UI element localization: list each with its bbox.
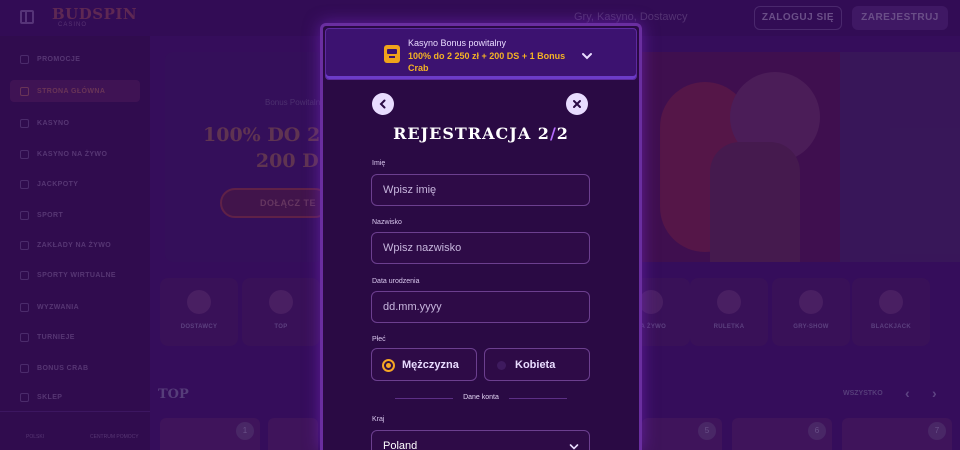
close-button[interactable] <box>566 93 588 115</box>
registration-modal: Kasyno Bonus powitalny 100% do 2 250 zł … <box>320 23 642 450</box>
last-name-placeholder: Wpisz nazwisko <box>383 242 462 254</box>
bonus-title: Kasyno Bonus powitalny <box>408 38 507 48</box>
bonus-selector[interactable]: Kasyno Bonus powitalny 100% do 2 250 zł … <box>325 28 637 80</box>
chevron-down-icon[interactable] <box>580 49 594 63</box>
radio-unselected-icon <box>497 361 506 370</box>
country-select[interactable]: Poland <box>371 430 590 450</box>
dob-label: Data urodzenia <box>372 278 420 285</box>
account-section-heading: Dane konta <box>463 394 499 401</box>
first-name-placeholder: Wpisz imię <box>383 184 437 196</box>
country-label: Kraj <box>372 416 385 423</box>
gender-male-label: Mężczyzna <box>402 359 459 371</box>
last-name-field[interactable]: Wpisz nazwisko <box>371 232 590 264</box>
dob-placeholder: dd.mm.yyyy <box>383 301 442 313</box>
gender-label: Płeć <box>372 336 386 343</box>
registration-title: REJESTRACJA 2/2 <box>393 124 569 143</box>
gender-female-label: Kobieta <box>515 359 556 371</box>
date-of-birth-field[interactable]: dd.mm.yyyy <box>371 291 590 323</box>
first-name-label: Imię <box>372 160 386 167</box>
chevron-down-icon <box>569 444 579 450</box>
radio-selected-icon <box>382 359 395 372</box>
first-name-field[interactable]: Wpisz imię <box>371 174 590 206</box>
chevron-left-icon <box>379 99 386 109</box>
divider <box>509 398 567 399</box>
close-icon <box>573 100 581 108</box>
gender-female-option[interactable]: Kobieta <box>484 348 590 381</box>
back-button[interactable] <box>372 93 394 115</box>
last-name-label: Nazwisko <box>372 219 402 226</box>
bonus-description: 100% do 2 250 zł + 200 DS + 1 Bonus Crab <box>408 51 566 73</box>
country-value: Poland <box>383 440 418 450</box>
slot-machine-icon <box>384 45 400 63</box>
gender-male-option[interactable]: Mężczyzna <box>371 348 477 381</box>
